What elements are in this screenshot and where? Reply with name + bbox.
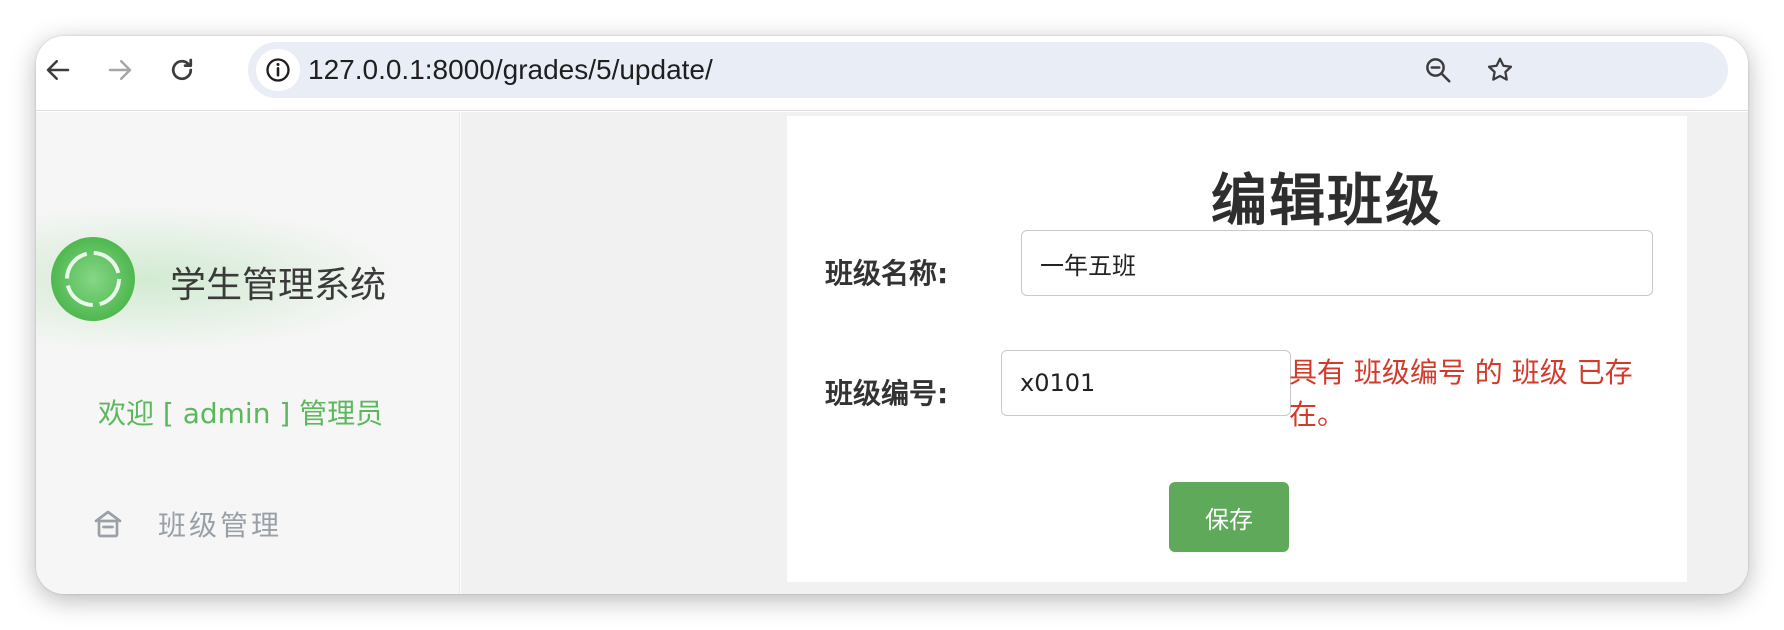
browser-window: 127.0.0.1:8000/grades/5/update/ 学生管理系统 欢… xyxy=(36,36,1748,594)
logo-icon xyxy=(51,237,135,321)
edit-form-card: 编辑班级 班级名称: 班级编号: 具有 班级编号 的 班级 已存在。 保存 xyxy=(787,116,1687,582)
class-code-error: 具有 班级编号 的 班级 已存在。 xyxy=(1289,356,1633,431)
browser-toolbar: 127.0.0.1:8000/grades/5/update/ xyxy=(36,36,1748,111)
info-icon xyxy=(266,58,290,82)
house-icon xyxy=(88,504,128,544)
sidebar-item-class-management[interactable]: 班级管理 xyxy=(88,496,408,552)
reload-button[interactable] xyxy=(160,48,204,92)
class-name-input[interactable] xyxy=(1021,230,1653,296)
star-icon xyxy=(1487,57,1513,81)
address-bar[interactable]: 127.0.0.1:8000/grades/5/update/ xyxy=(248,42,1728,98)
bookmark-button[interactable] xyxy=(1482,52,1518,88)
save-button[interactable]: 保存 xyxy=(1169,482,1289,552)
class-name-label: 班级名称: xyxy=(825,257,949,290)
page-title: 编辑班级 xyxy=(787,156,1687,237)
reload-icon xyxy=(171,58,193,81)
arrow-right-icon xyxy=(108,60,132,80)
back-button[interactable] xyxy=(36,48,80,92)
site-info-button[interactable] xyxy=(256,49,300,91)
forward-button[interactable] xyxy=(98,48,142,92)
arrow-left-icon xyxy=(46,60,70,80)
sidebar: 学生管理系统 欢迎 [ admin ] 管理员 班级管理 xyxy=(36,112,460,594)
page-title-text: 编辑班级 xyxy=(1211,169,1443,234)
zoom-button[interactable] xyxy=(1420,52,1456,88)
app-title: 学生管理系统 xyxy=(170,265,387,306)
welcome-text: 欢迎 [ admin ] 管理员 xyxy=(98,397,384,430)
zoom-out-icon xyxy=(1426,58,1451,83)
class-code-label: 班级编号: xyxy=(825,377,949,410)
main-content: 编辑班级 班级名称: 班级编号: 具有 班级编号 的 班级 已存在。 保存 xyxy=(461,112,1748,594)
url-text[interactable]: 127.0.0.1:8000/grades/5/update/ xyxy=(308,52,713,88)
sidebar-item-label: 班级管理 xyxy=(158,509,283,542)
class-code-input[interactable] xyxy=(1001,350,1291,416)
